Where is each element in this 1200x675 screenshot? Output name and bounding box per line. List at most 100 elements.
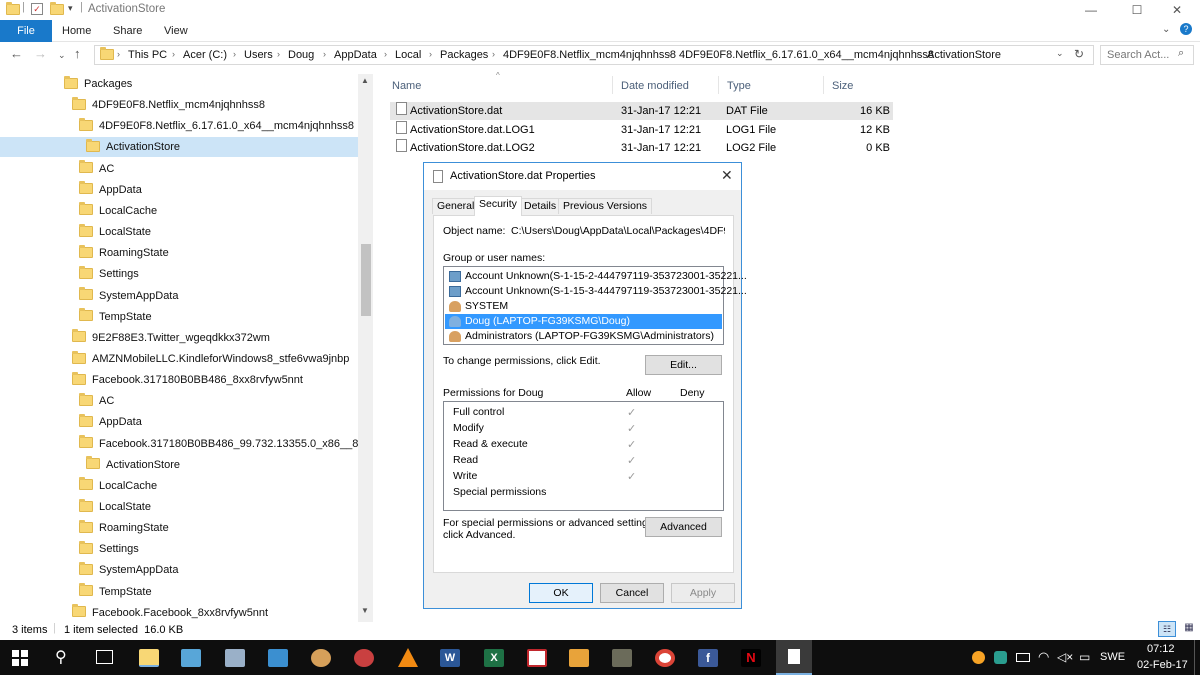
tree-item[interactable]: LocalCache bbox=[79, 201, 157, 221]
chrome-icon[interactable] bbox=[655, 649, 675, 667]
edit-button[interactable]: Edit... bbox=[645, 355, 722, 375]
tab-file[interactable]: File bbox=[0, 20, 52, 42]
tree-item[interactable]: SystemAppData bbox=[79, 560, 178, 580]
refresh-icon[interactable]: ↻ bbox=[1074, 47, 1084, 61]
tree-item[interactable]: RoamingState bbox=[79, 518, 169, 538]
breadcrumb-this-pc[interactable]: This PC bbox=[128, 49, 167, 61]
tree-item[interactable]: 4DF9E0F8.Netflix_6.17.61.0_x64__mcm4njqh… bbox=[79, 116, 354, 136]
breadcrumb-netflix-version[interactable]: 4DF9E0F8.Netflix_6.17.61.0_x64__mcm4njqh… bbox=[679, 49, 934, 61]
tray-icon[interactable] bbox=[994, 651, 1007, 664]
tree-item[interactable]: LocalState bbox=[79, 222, 151, 242]
file-row[interactable]: ActivationStore.dat.LOG2 31-Jan-17 12:21… bbox=[390, 139, 893, 157]
quick-access-dropdown-icon[interactable]: ▾ bbox=[68, 3, 73, 14]
tree-scroll-thumb[interactable] bbox=[361, 244, 371, 316]
scroll-down-icon[interactable]: ▼ bbox=[361, 606, 369, 615]
tree-item[interactable]: LocalState bbox=[79, 497, 151, 517]
breadcrumb-users[interactable]: Users bbox=[244, 49, 273, 61]
tree-item[interactable]: AC bbox=[79, 159, 114, 179]
close-button[interactable]: ✕ bbox=[1154, 0, 1200, 20]
tab-share[interactable]: Share bbox=[113, 20, 142, 42]
column-divider[interactable] bbox=[823, 76, 824, 94]
paint-icon[interactable] bbox=[311, 649, 331, 667]
minimize-button[interactable]: — bbox=[1068, 0, 1114, 20]
tree-item[interactable]: TempState bbox=[79, 582, 152, 602]
facebook-icon[interactable]: f bbox=[698, 649, 718, 667]
search-icon[interactable]: ⚲ bbox=[55, 647, 67, 667]
tree-item[interactable]: ActivationStore bbox=[0, 137, 358, 158]
user-row[interactable]: SYSTEM bbox=[445, 299, 722, 314]
ok-button[interactable]: OK bbox=[529, 583, 593, 603]
windows-start-icon[interactable] bbox=[12, 650, 28, 666]
tab-home[interactable]: Home bbox=[62, 20, 91, 42]
clock-time[interactable]: 07:12 bbox=[1147, 643, 1175, 655]
dialog-close-button[interactable]: ✕ bbox=[721, 167, 733, 184]
breadcrumb-activationstore[interactable]: ActivationStore bbox=[927, 49, 1001, 61]
app-icon[interactable] bbox=[225, 649, 245, 667]
breadcrumb-packages[interactable]: Packages bbox=[440, 49, 488, 61]
user-row[interactable]: Doug (LAPTOP-FG39KSMG\Doug) bbox=[445, 314, 722, 329]
scroll-up-icon[interactable]: ▲ bbox=[361, 76, 369, 85]
language-indicator[interactable]: SWE bbox=[1100, 651, 1125, 663]
tab-details[interactable]: Details bbox=[519, 198, 562, 214]
column-divider[interactable] bbox=[718, 76, 719, 94]
recent-locations-icon[interactable]: ⌄ bbox=[58, 50, 66, 61]
breadcrumb-doug[interactable]: Doug bbox=[288, 49, 314, 61]
large-icons-view-icon[interactable]: ▦ bbox=[1180, 621, 1198, 637]
advanced-button[interactable]: Advanced bbox=[645, 517, 722, 537]
tree-item[interactable]: Settings bbox=[79, 539, 139, 559]
user-list[interactable]: Account Unknown(S-1-15-2-444797119-35372… bbox=[443, 266, 747, 345]
tray-icon[interactable] bbox=[972, 651, 985, 664]
tree-item[interactable]: 9E2F88E3.Twitter_wgeqdkkx372wm bbox=[72, 328, 270, 348]
tree-item[interactable]: Packages bbox=[64, 74, 132, 94]
forward-icon[interactable]: → bbox=[34, 46, 47, 61]
show-desktop-button[interactable] bbox=[1194, 640, 1200, 675]
excel-icon[interactable]: X bbox=[484, 649, 504, 667]
user-row[interactable]: Account Unknown(S-1-15-3-444797119-35372… bbox=[445, 284, 747, 299]
tree-scrollbar[interactable]: ▲ ▼ bbox=[358, 74, 373, 622]
help-icon[interactable]: ? bbox=[1180, 23, 1192, 35]
tree-item[interactable]: ActivationStore bbox=[86, 455, 180, 475]
column-size[interactable]: Size bbox=[832, 80, 853, 92]
app-icon[interactable] bbox=[612, 649, 632, 667]
tab-view[interactable]: View bbox=[164, 20, 188, 42]
tree-item[interactable]: AC bbox=[79, 391, 114, 411]
tree-item[interactable]: 4DF9E0F8.Netflix_mcm4njqhnhss8 bbox=[72, 95, 265, 115]
tab-security[interactable]: Security bbox=[474, 196, 522, 216]
back-icon[interactable]: ← bbox=[10, 46, 23, 61]
address-bar[interactable]: › This PC › Acer (C:) › Users › Doug › A… bbox=[94, 45, 1094, 65]
cancel-button[interactable]: Cancel bbox=[600, 583, 664, 603]
apply-button[interactable]: Apply bbox=[671, 583, 735, 603]
breadcrumb-netflix-package[interactable]: 4DF9E0F8.Netflix_mcm4njqhnhss8 bbox=[503, 49, 676, 61]
tree-item[interactable]: RoamingState bbox=[79, 243, 169, 263]
tree-item[interactable]: AppData bbox=[79, 412, 142, 432]
user-row[interactable]: Administrators (LAPTOP-FG39KSMG\Administ… bbox=[445, 329, 722, 344]
volume-icon[interactable]: ◁× bbox=[1057, 650, 1073, 664]
tree-item[interactable]: LocalCache bbox=[79, 476, 157, 496]
column-divider[interactable] bbox=[612, 76, 613, 94]
file-row[interactable]: ActivationStore.dat 31-Jan-17 12:21 DAT … bbox=[390, 102, 893, 120]
vlc-icon[interactable] bbox=[398, 648, 418, 667]
file-explorer-icon[interactable] bbox=[139, 649, 159, 667]
clock-date[interactable]: 02-Feb-17 bbox=[1137, 659, 1188, 671]
search-icon[interactable]: ⌕ bbox=[1178, 47, 1184, 60]
column-date-modified[interactable]: Date modified bbox=[621, 80, 689, 92]
tree-item[interactable]: AMZNMobileLLC.KindleforWindows8_stfe6vwa… bbox=[72, 349, 349, 369]
media-player-icon[interactable] bbox=[569, 649, 589, 667]
tree-item[interactable]: Facebook.317180B0BB486_8xx8rvfyw5nnt bbox=[72, 370, 303, 390]
breadcrumb-local[interactable]: Local bbox=[395, 49, 421, 61]
ribbon-expand-icon[interactable]: ⌄ bbox=[1162, 24, 1170, 35]
task-view-icon[interactable] bbox=[96, 650, 113, 664]
new-folder-icon[interactable] bbox=[50, 2, 64, 18]
properties-icon[interactable]: ✓ bbox=[31, 3, 43, 15]
tab-general[interactable]: General bbox=[432, 198, 480, 214]
acrobat-icon[interactable] bbox=[527, 649, 547, 667]
active-app-highlight[interactable] bbox=[776, 640, 812, 675]
file-row[interactable]: ActivationStore.dat.LOG1 31-Jan-17 12:21… bbox=[390, 121, 893, 139]
tab-previous-versions[interactable]: Previous Versions bbox=[558, 198, 653, 214]
battery-icon[interactable] bbox=[1016, 653, 1030, 662]
netflix-icon[interactable]: N bbox=[741, 649, 761, 667]
wifi-icon[interactable]: ◠ bbox=[1038, 649, 1049, 665]
tree-item[interactable]: AppData bbox=[79, 180, 142, 200]
app-icon[interactable] bbox=[268, 649, 288, 667]
tree-item[interactable]: Facebook.317180B0BB486_99.732.13355.0_x8… bbox=[79, 434, 358, 454]
